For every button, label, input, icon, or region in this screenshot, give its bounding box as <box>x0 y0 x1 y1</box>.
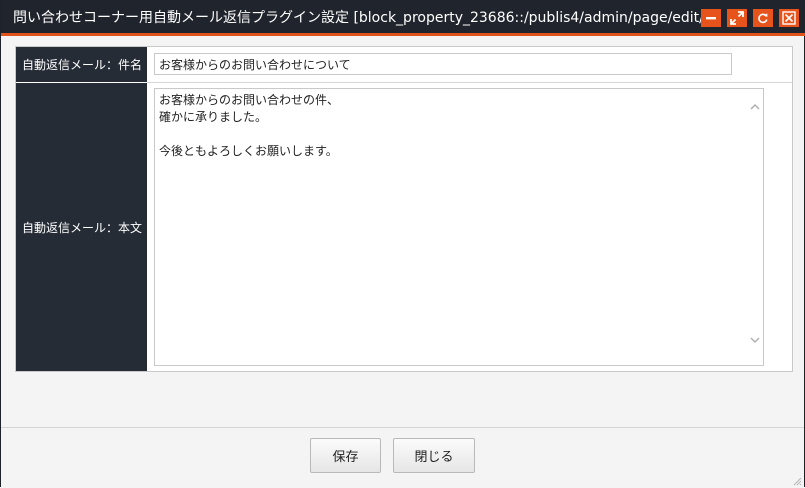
settings-form: 自動返信メール：件名 自動返信メール：本文 お客様からのお問い合わせの件、 確か… <box>15 46 793 372</box>
subject-label: 自動返信メール：件名 <box>16 47 147 82</box>
scroll-down-arrow-icon[interactable] <box>750 337 760 344</box>
title-bar[interactable]: 問い合わせコーナー用自動メール返信プラグイン設定 [block_property… <box>1 0 805 36</box>
maximize-icon <box>730 11 744 25</box>
save-button[interactable]: 保存 <box>310 438 381 473</box>
body-label: 自動返信メール：本文 <box>16 83 147 371</box>
minimize-icon <box>706 17 716 20</box>
minimize-button[interactable] <box>701 9 721 27</box>
dialog-window: 問い合わせコーナー用自動メール返信プラグイン設定 [block_property… <box>0 0 805 488</box>
body-textarea[interactable]: お客様からのお問い合わせの件、 確かに承りました。 今後ともよろしくお願いします… <box>155 89 747 365</box>
close-button[interactable] <box>779 9 799 27</box>
maximize-button[interactable] <box>727 9 747 27</box>
row-divider <box>147 82 792 83</box>
body-textarea-frame: お客様からのお問い合わせの件、 確かに承りました。 今後ともよろしくお願いします… <box>154 88 764 366</box>
window-title: 問い合わせコーナー用自動メール返信プラグイン設定 [block_property… <box>13 10 701 26</box>
scroll-up-arrow-icon[interactable] <box>750 103 760 110</box>
close-dialog-button[interactable]: 閉じる <box>393 438 475 473</box>
dialog-footer: 保存 閉じる <box>1 427 804 488</box>
resize-grip-icon[interactable] <box>792 476 802 486</box>
close-icon <box>782 11 796 25</box>
refresh-button[interactable] <box>753 9 773 27</box>
refresh-icon <box>758 13 768 24</box>
vertical-scrollbar[interactable] <box>747 89 763 365</box>
subject-input[interactable] <box>154 53 732 75</box>
